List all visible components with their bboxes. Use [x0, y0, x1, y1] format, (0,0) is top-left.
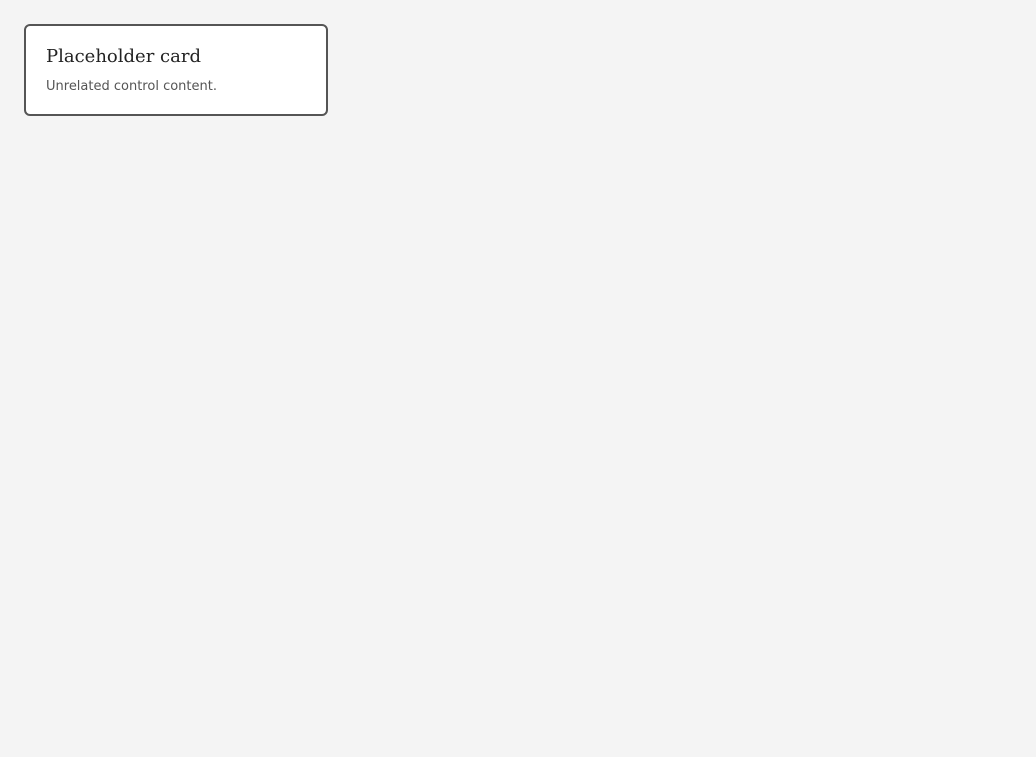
- card-note: Unrelated control content.: [46, 79, 217, 94]
- card-heading: Placeholder card: [46, 46, 201, 67]
- placeholder-card: Placeholder card Unrelated control conte…: [24, 24, 328, 116]
